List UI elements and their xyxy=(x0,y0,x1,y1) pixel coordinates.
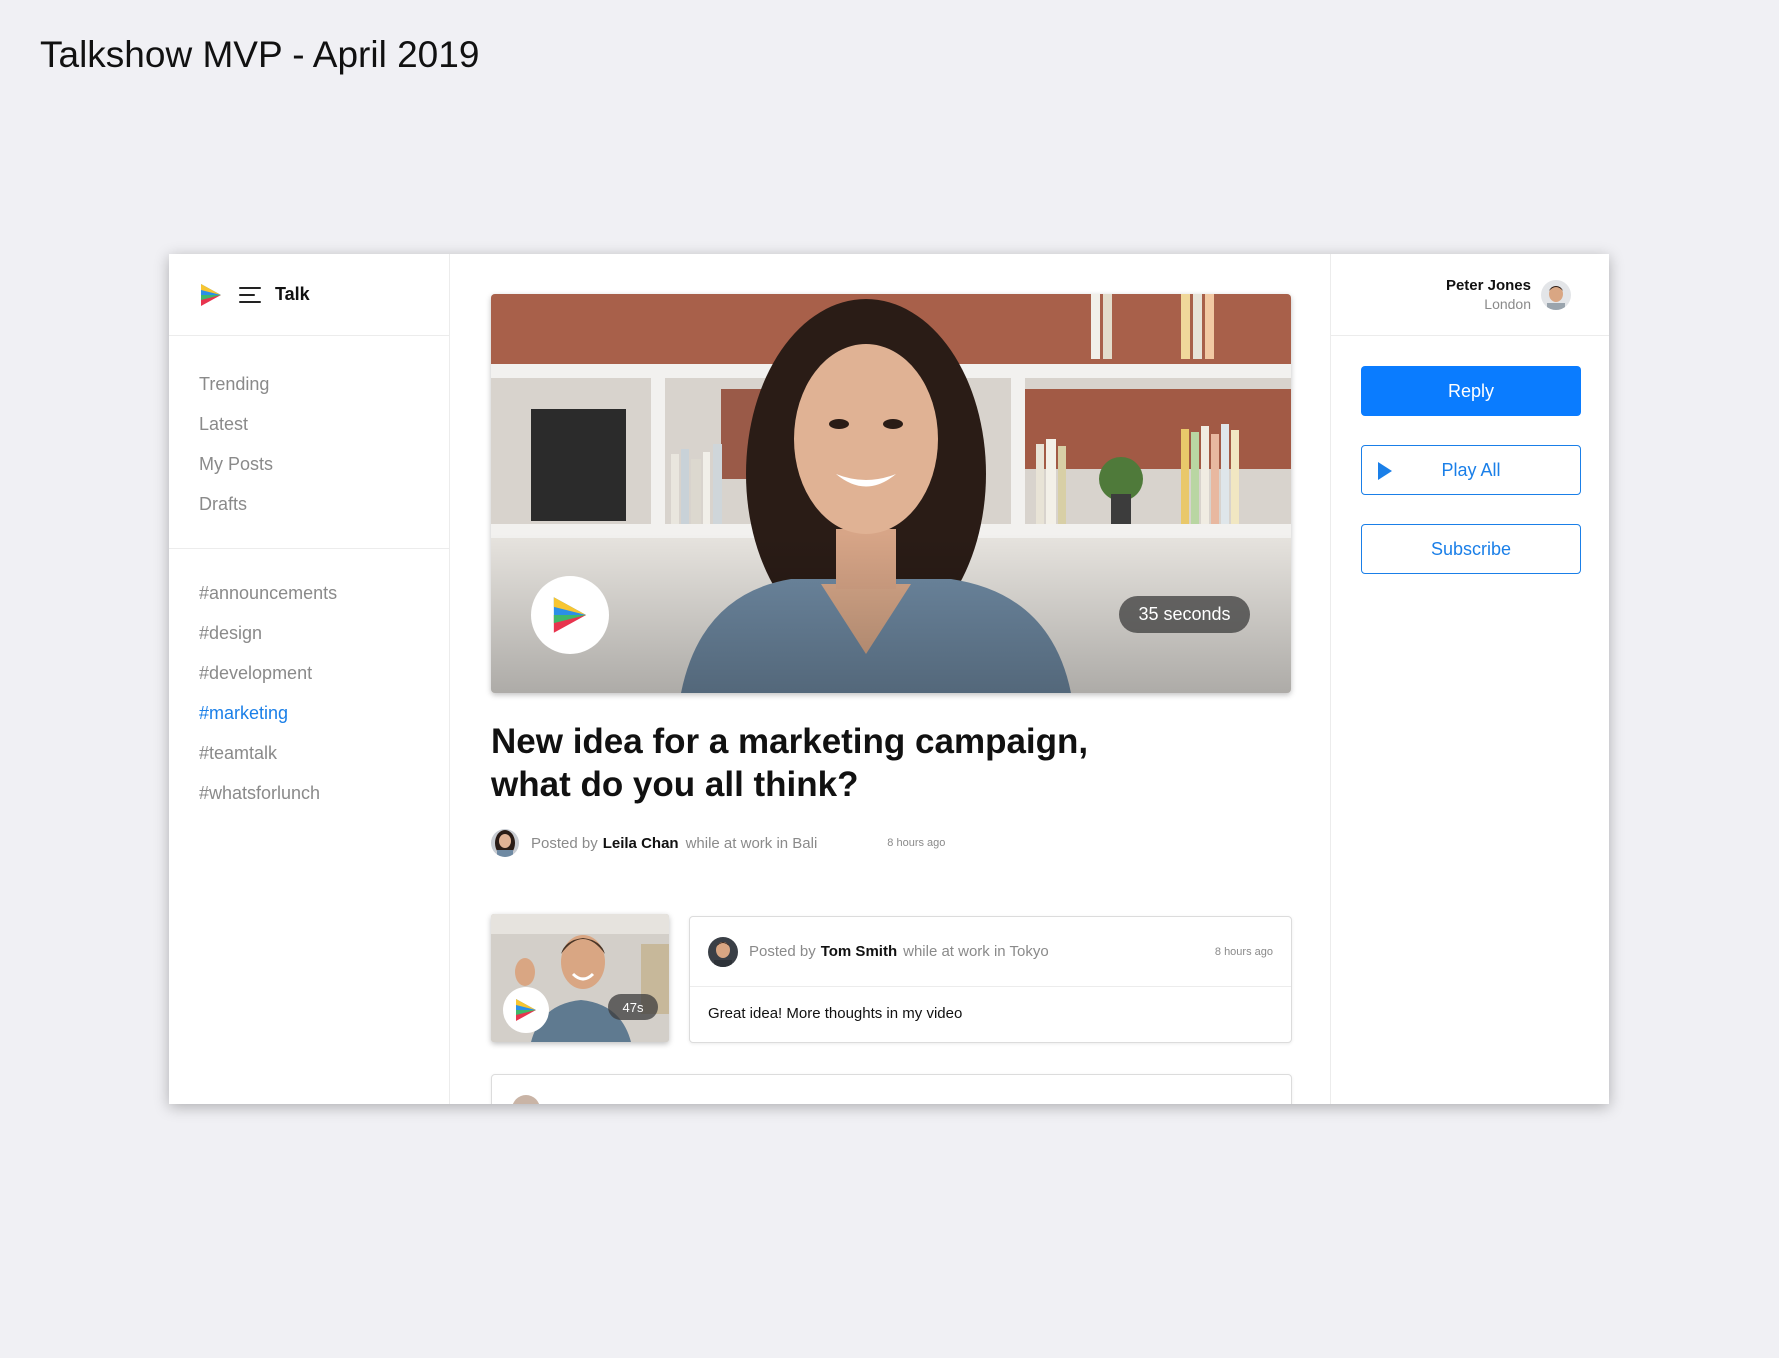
channel-list: #announcements #design #development #mar… xyxy=(169,549,449,813)
play-all-label: Play All xyxy=(1441,459,1501,480)
channel-announcements[interactable]: #announcements xyxy=(199,573,449,613)
reply-posted-by-label: Posted by xyxy=(749,943,816,960)
reply-button[interactable]: Reply xyxy=(1361,366,1581,416)
user-avatar[interactable] xyxy=(1541,279,1571,310)
reply-author-avatar-partial xyxy=(512,1095,540,1104)
nav-item-trending[interactable]: Trending xyxy=(199,364,449,404)
subscribe-button[interactable]: Subscribe xyxy=(1361,524,1581,574)
main-nav: Trending Latest My Posts Drafts xyxy=(169,336,449,549)
play-video-button[interactable] xyxy=(531,576,609,654)
channel-marketing[interactable]: #marketing xyxy=(199,693,449,733)
reply-author-name[interactable]: Tom Smith xyxy=(821,943,897,960)
channel-development[interactable]: #development xyxy=(199,653,449,693)
talk-play-icon xyxy=(553,597,587,633)
user-avatar-image xyxy=(1541,279,1571,310)
play-all-button[interactable]: Play All xyxy=(1361,445,1581,495)
play-icon xyxy=(1378,462,1392,480)
author-avatar[interactable] xyxy=(491,829,519,857)
reply-card-partial xyxy=(491,1074,1292,1104)
user-header: Peter Jones London xyxy=(1331,254,1609,336)
app-window: Talk Trending Latest My Posts Drafts #an… xyxy=(169,254,1609,1104)
sidebar-header: Talk xyxy=(169,254,449,336)
nav-item-latest[interactable]: Latest xyxy=(199,404,449,444)
page-title: Talkshow MVP - April 2019 xyxy=(40,34,480,75)
reply-card-header: Posted by Tom Smith while at work in Tok… xyxy=(690,917,1291,987)
post-meta: Posted by Leila Chan while at work in Ba… xyxy=(491,828,945,858)
channel-design[interactable]: #design xyxy=(199,613,449,653)
hamburger-menu-icon[interactable] xyxy=(239,286,261,303)
user-info: Peter Jones London xyxy=(1446,277,1531,312)
user-name: Peter Jones xyxy=(1445,277,1531,294)
main-content: 35 seconds New idea for a marketing camp… xyxy=(450,254,1330,1104)
reply-context: while at work in Tokyo xyxy=(903,943,1049,960)
video-player[interactable]: 35 seconds xyxy=(491,294,1291,693)
reply-video-thumbnail[interactable]: 47s xyxy=(491,914,669,1042)
post-title: New idea for a marketing campaign, what … xyxy=(491,720,1171,806)
channel-teamtalk[interactable]: #teamtalk xyxy=(199,733,449,773)
reply-author-avatar-image xyxy=(708,936,738,967)
reply-duration-badge: 47s xyxy=(608,994,658,1020)
nav-item-my-posts[interactable]: My Posts xyxy=(199,444,449,484)
reply-text: Great idea! More thoughts in my video xyxy=(708,1005,963,1022)
reply-card: Posted by Tom Smith while at work in Tok… xyxy=(689,916,1292,1043)
talk-logo-icon[interactable] xyxy=(199,282,223,308)
post-context: while at work in Bali xyxy=(685,834,818,852)
reply-play-button[interactable] xyxy=(503,987,549,1033)
video-duration-badge: 35 seconds xyxy=(1119,596,1250,633)
author-avatar-image xyxy=(491,829,519,857)
reply-timestamp: 8 hours ago xyxy=(1214,945,1273,958)
right-panel: Peter Jones London Reply Play All Subscr… xyxy=(1330,254,1609,1104)
nav-item-drafts[interactable]: Drafts xyxy=(199,484,449,524)
sidebar: Talk Trending Latest My Posts Drafts #an… xyxy=(169,254,450,1104)
post-author-name[interactable]: Leila Chan xyxy=(603,835,679,852)
reply-author-avatar[interactable] xyxy=(708,936,738,967)
post-title-line-1: New idea for a marketing campaign, xyxy=(491,722,1089,761)
talk-play-icon xyxy=(516,999,536,1021)
channel-whatsforlunch[interactable]: #whatsforlunch xyxy=(199,773,449,813)
posted-by-label: Posted by xyxy=(531,834,598,852)
post-timestamp: 8 hours ago xyxy=(887,837,946,849)
app-name: Talk xyxy=(275,284,310,304)
video-thumbnail-image xyxy=(491,294,1291,693)
user-location: London xyxy=(1484,296,1531,312)
post-title-line-2: what do you all think? xyxy=(491,765,859,804)
